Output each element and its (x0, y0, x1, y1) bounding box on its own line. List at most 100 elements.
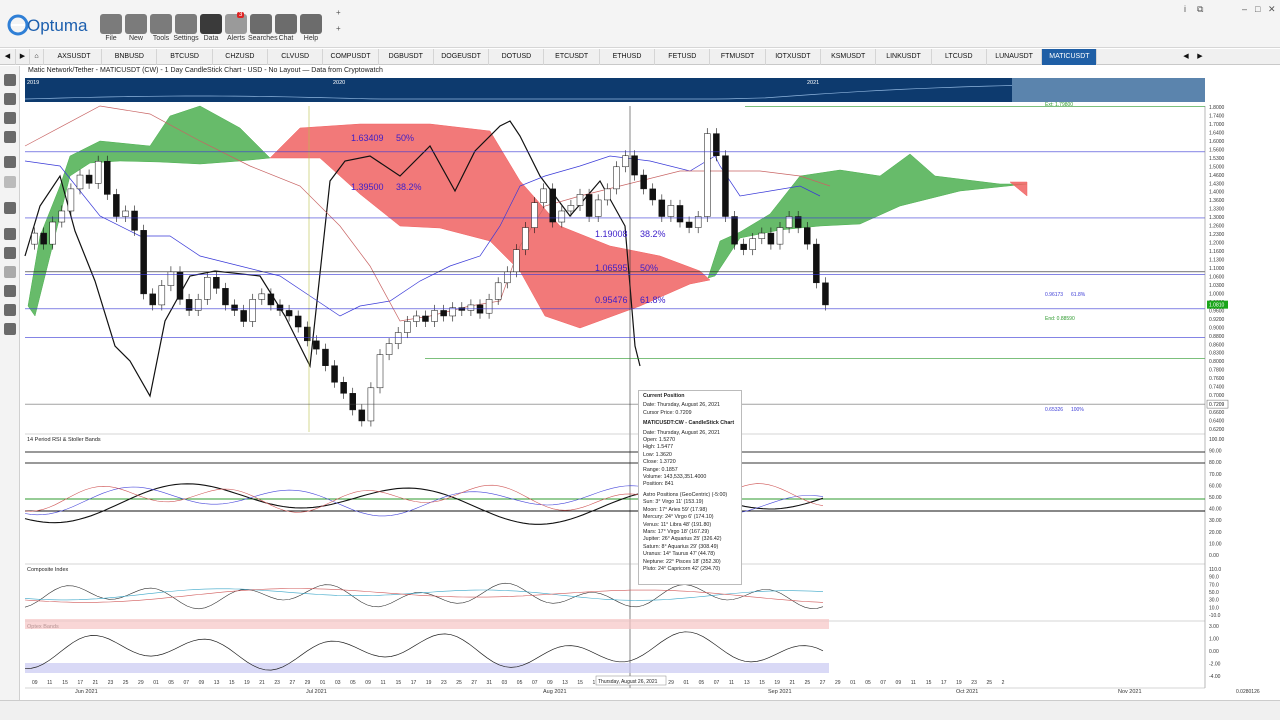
gear-button[interactable]: Settings (173, 14, 199, 48)
help-button[interactable]: Help (298, 14, 324, 48)
date-tick: 07 (532, 680, 538, 686)
tooltip-line: Close: 1.3720 (643, 459, 676, 466)
composite-index-line (24, 582, 824, 610)
home-icon[interactable]: ⌂ (30, 49, 44, 65)
candle-body (76, 174, 84, 190)
date-tick: 25 (456, 680, 462, 686)
chat-button[interactable]: Chat (273, 14, 299, 48)
month-label: Jun 2021 (75, 689, 98, 695)
alarm-button[interactable]: 3 Alerts (223, 12, 249, 48)
tab-compusdt[interactable]: COMPUSDT (324, 49, 379, 65)
candle-body (213, 277, 220, 289)
price-tick: 1.5600 (1209, 147, 1225, 153)
info-icon[interactable]: i (1184, 4, 1186, 14)
candle-body (85, 174, 93, 184)
minimize-icon[interactable]: – (1242, 4, 1247, 14)
overview-strip[interactable]: 2019 2020 2021 (24, 78, 1205, 102)
rsi-axis-tick: 90.00 (1209, 449, 1222, 455)
candle-body (740, 243, 747, 250)
price-tick: 1.5300 (1209, 156, 1225, 162)
tab-bnbusd[interactable]: BNBUSD (102, 49, 158, 65)
price-tick: 0.7600 (1209, 376, 1225, 382)
fib-price-label: 0.95476 (595, 295, 628, 305)
toolbar-label: Chat (278, 35, 294, 42)
toolbar-label: Searches (248, 35, 278, 42)
composite-axis-tick: 50.0 (1209, 590, 1219, 596)
tooltip-line: Cursor Price: 0.7209 (643, 409, 692, 416)
fib-percent-label: 38.2% (396, 182, 422, 192)
date-tick: 17 (941, 680, 947, 686)
tab-ltcusd[interactable]: LTCUSD (932, 49, 987, 65)
folder-new-button[interactable]: New (123, 14, 149, 48)
price-tick: 0.9200 (1209, 317, 1225, 323)
rsi-axis-tick: 20.00 (1209, 530, 1222, 536)
tab-scroll-right-icon[interactable]: ▶ (1194, 49, 1206, 65)
price-tick: 1.3600 (1209, 198, 1225, 204)
price-tick: 1.5000 (1209, 164, 1225, 170)
maximize-icon[interactable]: □ (1255, 4, 1260, 14)
tooltip-line: Moon: 17° Aries 59' (17.98) (643, 506, 708, 513)
optex-axis-tick: -2.00 (1209, 662, 1221, 668)
price-tick: 1.0000 (1209, 291, 1225, 297)
candle-body (40, 232, 47, 245)
candle-body (713, 133, 720, 156)
tab-dotusd[interactable]: DOTUSD (489, 49, 545, 65)
tab-ksmusdt[interactable]: KSMUSDT (821, 49, 877, 65)
date-tick: 15 (396, 680, 402, 686)
tools-button[interactable]: Tools (148, 14, 174, 48)
rsi-axis-tick: 10.00 (1209, 541, 1222, 547)
chart-canvas[interactable]: 2019 2020 2021 1.63409 50% 1.39500 38.2% 1.190… (0, 66, 1280, 700)
tab-add-icon[interactable]: + (336, 8, 341, 17)
candle-body (431, 310, 438, 322)
tab-ftmusdt[interactable]: FTMUSDT (711, 49, 766, 65)
data-button[interactable]: Data (198, 14, 224, 48)
tab-fetusd[interactable]: FETUSD (655, 49, 711, 65)
rsi-axis-tick: 30.00 (1209, 518, 1222, 524)
date-tick: 27 (820, 680, 826, 686)
date-tick: 03 (502, 680, 508, 686)
date-tick: 15 (577, 680, 583, 686)
price-tick: 0.9600 (1209, 308, 1225, 314)
tab-chzusd[interactable]: CHZUSD (213, 49, 268, 65)
tab-dogeusdt[interactable]: DOGEUSDT (434, 49, 490, 65)
tab-maticusdt[interactable]: MATICUSDT (1042, 49, 1098, 65)
candle-body (558, 210, 566, 223)
extension-percent: 61.8% (1071, 292, 1086, 298)
rsi-axis-tick: 50.00 (1209, 495, 1222, 501)
candle-body (622, 155, 629, 168)
tab-clvusd[interactable]: CLVUSD (268, 49, 324, 65)
tooltip-line: High: 1.5477 (643, 444, 674, 451)
date-tick: 29 (835, 680, 841, 686)
tooltip-line: Date: Thursday, August 26, 2021 (643, 429, 720, 436)
composite-average-line (24, 588, 824, 601)
tab-linkusdt[interactable]: LINKUSDT (877, 49, 932, 65)
tab-etcusdt[interactable]: ETCUSDT (545, 49, 600, 65)
restore-icon[interactable]: ⧉ (1197, 4, 1203, 15)
forward-arrow-icon[interactable]: ▶ (16, 49, 30, 65)
date-tick: 21 (790, 680, 796, 686)
tab-iotxusdt[interactable]: IOTXUSDT (766, 49, 821, 65)
tab-scroll-left-icon[interactable]: ◀ (1180, 49, 1192, 65)
tab-btcusd[interactable]: BTCUSD (158, 49, 213, 65)
cursor-tooltip: Current Position Date: Thursday, August … (638, 390, 742, 585)
extension-label: 0.96173 (1045, 292, 1063, 298)
folder-button[interactable]: File (98, 14, 124, 48)
back-arrow-icon[interactable]: ◀ (0, 49, 16, 65)
candle-body (222, 288, 229, 306)
tooltip-astro-title: Astro Positions (GeoCentric) (-5:00) (643, 491, 728, 498)
close-icon[interactable]: ✕ (1268, 4, 1276, 15)
tab-axsusdt[interactable]: AXSUSDT (47, 49, 102, 65)
tab-dgbusdt[interactable]: DGBUSDT (379, 49, 434, 65)
candle-body (749, 238, 756, 250)
date-tick: 23 (108, 680, 114, 686)
tab-add-icon-2[interactable]: + (336, 24, 341, 33)
price-tick: 0.6600 (1209, 410, 1225, 416)
date-axis: 09 11 15 17 21 23 25 29 01 05 07 09 13 15 19 21 23 27 29 01… (25, 675, 1260, 695)
month-label: Oct 2021 (956, 689, 978, 695)
search-button[interactable]: Searches (248, 14, 278, 48)
fib-price-label: 1.06595 (595, 263, 628, 273)
overview-selection[interactable] (1012, 78, 1205, 102)
date-tick: 11 (729, 680, 734, 686)
tab-lunausdt[interactable]: LUNAUSDT (987, 49, 1043, 65)
tab-ethusd[interactable]: ETHUSD (600, 49, 655, 65)
